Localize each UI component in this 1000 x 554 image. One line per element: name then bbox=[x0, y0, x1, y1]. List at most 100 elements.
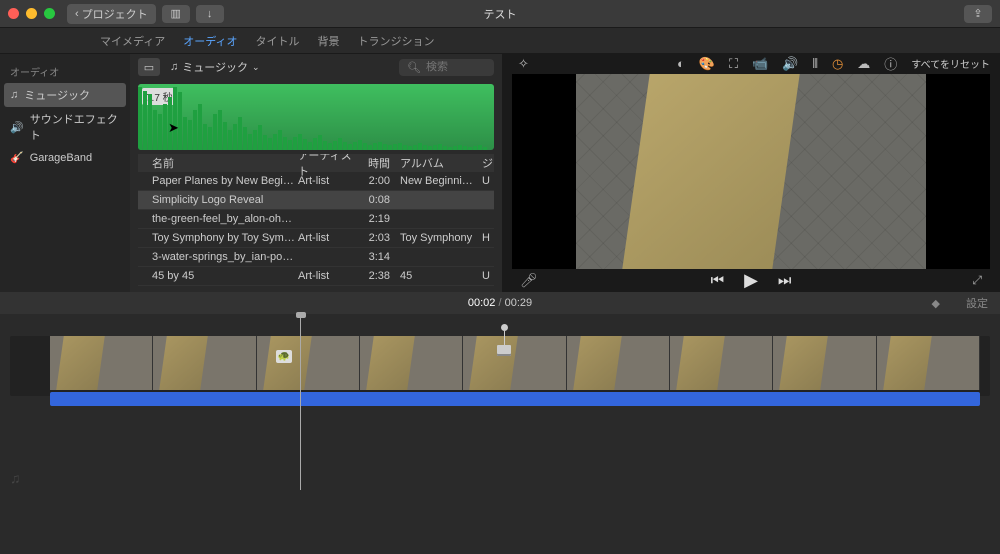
download-icon: ↓ bbox=[207, 8, 213, 20]
cell-time: 3:14 bbox=[354, 251, 390, 263]
audio-browser: ▭ ♫ ミュージック ⌄ 🔍︎ 7.7 秒 ➤ 名前 アーティスト 時間 アルバ… bbox=[130, 54, 502, 292]
close-window[interactable] bbox=[8, 8, 19, 19]
media-tabs: マイメディア オーディオ タイトル 背景 トランジション bbox=[0, 28, 1000, 54]
fullscreen-icon[interactable]: ⤢ bbox=[972, 273, 982, 288]
tab-titles[interactable]: タイトル bbox=[255, 33, 299, 49]
list-row[interactable]: 3-water-springs_by_ian-post... 3:14 bbox=[138, 248, 494, 267]
reset-all-button[interactable]: すべてをリセット bbox=[911, 56, 990, 71]
tab-my-media[interactable]: マイメディア bbox=[100, 33, 165, 49]
col-name[interactable]: 名前 bbox=[138, 155, 298, 171]
search-input[interactable] bbox=[426, 61, 486, 73]
add-audio-icon[interactable]: ♫ bbox=[10, 470, 21, 486]
marker[interactable] bbox=[497, 324, 511, 356]
sidebar-header: オーディオ bbox=[0, 60, 130, 83]
prev-button[interactable]: ⏮ bbox=[711, 272, 725, 289]
list-row[interactable]: Simplicity Logo Reveal 0:08 bbox=[138, 191, 494, 210]
video-viewer[interactable] bbox=[512, 74, 990, 269]
timeline-clip[interactable] bbox=[360, 336, 463, 390]
timeline-clip[interactable] bbox=[257, 336, 360, 390]
list-row[interactable]: 45 by 45Art-list2:3845U bbox=[138, 267, 494, 286]
timeline-clip[interactable] bbox=[773, 336, 876, 390]
cell-time: 0:08 bbox=[354, 194, 390, 206]
speedometer-icon[interactable]: ◷ bbox=[832, 56, 843, 72]
cell-name: 3-water-springs_by_ian-post... bbox=[138, 251, 298, 263]
settings-button[interactable]: 設定 bbox=[966, 295, 988, 311]
cell-name: Simplicity Logo Reveal bbox=[138, 194, 298, 206]
timeline-clip[interactable] bbox=[153, 336, 256, 390]
next-button[interactable]: ⏭ bbox=[778, 272, 792, 289]
col-album[interactable]: アルバム bbox=[390, 155, 476, 171]
sidebar-item-garageband[interactable]: 🎸 GarageBand bbox=[0, 147, 130, 168]
cell-name: Toy Symphony by Toy Symp... bbox=[138, 232, 298, 244]
cell-time: 2:03 bbox=[354, 232, 390, 244]
cell-genre: H bbox=[476, 232, 492, 244]
timeline-clip[interactable] bbox=[877, 336, 980, 390]
tab-audio[interactable]: オーディオ bbox=[183, 33, 237, 49]
cell-artist: Art-list bbox=[298, 270, 354, 282]
magic-wand-icon[interactable]: ✧ bbox=[512, 56, 529, 72]
timeline-clip[interactable] bbox=[670, 336, 773, 390]
preview-panel: ✧ ◐ 🎨 ⛶ 📹 🔊 ⫴ ◷ ☁ ⓘ すべてをリセット 🎤︎ ⏮ ▶ ⏭ ⤢ bbox=[502, 54, 1000, 292]
cell-album: New Beginnin... bbox=[390, 175, 476, 187]
audio-sidebar: オーディオ ♫ ミュージック 🔊 サウンドエフェクト 🎸 GarageBand bbox=[0, 54, 130, 292]
preview-toolbar: ✧ ◐ 🎨 ⛶ 📹 🔊 ⫴ ◷ ☁ ⓘ すべてをリセット bbox=[502, 54, 1000, 74]
audio-track[interactable] bbox=[50, 392, 980, 406]
minimize-window[interactable] bbox=[26, 8, 37, 19]
col-genre[interactable]: ジ bbox=[476, 155, 492, 171]
back-button[interactable]: ‹ プロジェクト bbox=[67, 4, 156, 24]
list-row[interactable]: the-green-feel_by_alon-ohan...2:19 bbox=[138, 210, 494, 229]
crop-icon[interactable]: ⛶ bbox=[729, 56, 738, 72]
cell-name: 45 by 45 bbox=[138, 270, 298, 282]
speed-indicator-icon: 🐢 bbox=[276, 350, 292, 363]
cell-artist: Art-list bbox=[298, 232, 354, 244]
window-controls bbox=[8, 8, 55, 19]
current-time: 00:02 bbox=[468, 297, 496, 309]
play-button[interactable]: ▶ bbox=[744, 270, 758, 291]
zoom-slider-handle[interactable]: ◆ bbox=[932, 297, 940, 310]
maximize-window[interactable] bbox=[44, 8, 55, 19]
speaker-icon: 🔊 bbox=[10, 121, 24, 134]
stabilize-icon[interactable]: ☁ bbox=[857, 56, 870, 72]
sidebar-item-sfx[interactable]: 🔊 サウンドエフェクト bbox=[0, 107, 130, 147]
tab-backgrounds[interactable]: 背景 bbox=[317, 33, 339, 49]
list-row[interactable]: Paper Planes by New Beginn...Art-list2:0… bbox=[138, 172, 494, 191]
cell-album: 45 bbox=[390, 270, 476, 282]
sidebar-item-music[interactable]: ♫ ミュージック bbox=[4, 83, 126, 107]
cursor-icon: ➤ bbox=[168, 120, 179, 136]
microphone-icon[interactable]: 🎤︎ bbox=[520, 272, 538, 289]
timeline-clip[interactable] bbox=[567, 336, 670, 390]
import-button[interactable]: ↓ bbox=[196, 5, 224, 23]
tab-transitions[interactable]: トランジション bbox=[357, 33, 434, 49]
timeline-clip[interactable] bbox=[50, 336, 153, 390]
list-icon: ▭ bbox=[144, 61, 154, 74]
music-icon: ♫ bbox=[170, 61, 178, 73]
cell-genre: U bbox=[476, 175, 492, 187]
sidebar-item-label: サウンドエフェクト bbox=[30, 111, 120, 143]
waveform-preview[interactable]: 7.7 秒 ➤ bbox=[138, 84, 494, 150]
library-toggle-button[interactable]: ▥ bbox=[162, 5, 190, 23]
chevron-left-icon: ‹ bbox=[75, 8, 79, 20]
color-palette-icon[interactable]: 🎨 bbox=[699, 56, 715, 72]
list-row[interactable]: Toy Symphony by Toy Symp...Art-list2:03T… bbox=[138, 229, 494, 248]
search-field[interactable]: 🔍︎ bbox=[399, 59, 494, 76]
volume-icon[interactable]: 🔊 bbox=[782, 56, 798, 72]
view-mode-button[interactable]: ▭ bbox=[138, 58, 160, 76]
cell-artist: Art-list bbox=[298, 175, 354, 187]
source-selector[interactable]: ♫ ミュージック ⌄ bbox=[170, 59, 260, 75]
source-label: ミュージック bbox=[182, 59, 248, 75]
timeline[interactable]: 🐢 ♫ bbox=[0, 314, 1000, 490]
equalizer-icon[interactable]: ⫴ bbox=[812, 56, 817, 72]
music-icon: ♫ bbox=[10, 89, 18, 101]
guitar-icon: 🎸 bbox=[10, 151, 24, 164]
library-icon: ▥ bbox=[170, 7, 180, 20]
contrast-icon[interactable]: ◐ bbox=[677, 56, 685, 71]
info-icon[interactable]: ⓘ bbox=[884, 54, 897, 73]
timeline-clip[interactable] bbox=[463, 336, 566, 390]
total-time: 00:29 bbox=[505, 297, 533, 309]
camera-icon[interactable]: 📹 bbox=[752, 56, 768, 72]
list-header: 名前 アーティスト 時間 アルバム ジ bbox=[138, 154, 494, 172]
col-time[interactable]: 時間 bbox=[354, 155, 390, 171]
cell-time: 2:00 bbox=[354, 175, 390, 187]
share-button[interactable]: ⇪ bbox=[964, 5, 992, 23]
back-label: プロジェクト bbox=[82, 6, 148, 22]
